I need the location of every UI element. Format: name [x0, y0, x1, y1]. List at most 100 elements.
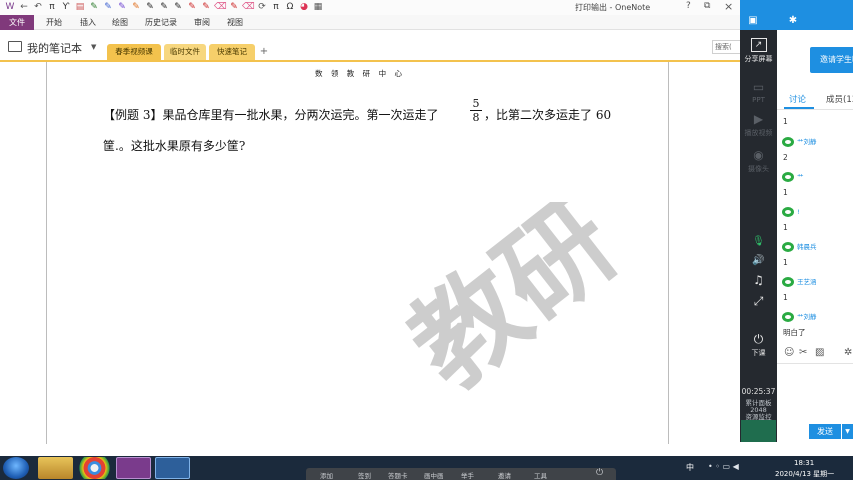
float-signin[interactable]: 签到 — [358, 470, 371, 480]
quick-access-icon[interactable]: ◕ — [298, 1, 310, 13]
taskbar-onenote[interactable] — [116, 457, 151, 479]
watermark-text: 教研 — [387, 202, 639, 412]
quick-access-icon[interactable]: ✎ — [116, 1, 128, 13]
search-input[interactable]: 搜索( — [712, 40, 740, 54]
tray-icons[interactable]: • ◦ ▭ ◀ — [708, 462, 750, 471]
quick-access-icon[interactable]: W — [4, 1, 16, 13]
tab-view[interactable]: 视图 — [227, 17, 243, 28]
end-class-label: 下课 — [751, 349, 766, 357]
teaching-tools-strip: ↗ 分享屏幕 ▭ PPT ▶ 播放视频 ◉ 摄像头 🎙 🔊 ♫ ⤢ ⏻ 下课 0… — [740, 30, 777, 442]
taskbar-chrome[interactable] — [77, 457, 112, 479]
microphone-icon: 🎙 — [752, 236, 765, 247]
section-tab-temp-files[interactable]: 临时文件 — [164, 44, 206, 60]
ribbon-tab-bar: 文件 开始 插入 绘图 历史记录 审阅 视图 — [0, 15, 740, 30]
play-video-button[interactable]: ▶ 播放视频 — [740, 112, 777, 138]
quick-access-icon[interactable]: ✎ — [88, 1, 100, 13]
tab-file[interactable]: 文件 — [0, 15, 34, 30]
scissors-icon[interactable]: ✂ — [799, 347, 807, 358]
fullscreen-button[interactable]: ⤢ — [740, 294, 777, 310]
float-pip[interactable]: 画中画 — [424, 470, 444, 480]
quick-access-icon[interactable]: Ω — [284, 1, 296, 13]
ppt-button[interactable]: ▭ PPT — [740, 80, 777, 104]
tab-home[interactable]: 开始 — [46, 17, 62, 28]
page-canvas[interactable]: 数 领 教 研 中 心 【例题 3】果品仓库里有一批水果，分两次运完。第一次运走… — [0, 62, 740, 456]
fullscreen-icon: ⤢ — [753, 294, 764, 308]
help-icon[interactable]: ? — [686, 1, 691, 11]
chevron-down-icon[interactable]: ▼ — [91, 43, 96, 51]
quick-access-icon[interactable]: ✎ — [172, 1, 184, 13]
speaker-button[interactable]: 🔊 — [740, 254, 777, 270]
quick-access-icon[interactable]: ✎ — [186, 1, 198, 13]
section-tab-quick-notes[interactable]: 快速笔记 — [209, 44, 255, 60]
chat-sender[interactable]: 艹 — [782, 171, 804, 183]
float-tools[interactable]: 工具 — [534, 470, 547, 480]
emoji-icon[interactable]: ☺ — [784, 347, 794, 358]
quick-access-icon[interactable]: ✎ — [144, 1, 156, 13]
pin-icon[interactable]: ✱ — [786, 15, 800, 27]
mic-button[interactable]: 🎙 — [740, 235, 777, 251]
settings-icon[interactable]: ✲ — [844, 347, 852, 358]
quick-access-icon[interactable]: ⟳ — [256, 1, 268, 13]
tab-insert[interactable]: 插入 — [80, 17, 96, 28]
chat-sender[interactable]: 王艺涵 — [782, 276, 817, 288]
quick-access-icon[interactable]: ⌫ — [242, 1, 255, 13]
quick-access-icon[interactable]: π — [46, 1, 58, 13]
fraction: 5 8 — [469, 97, 483, 124]
send-options-dropdown[interactable]: ▼ — [842, 424, 853, 439]
wechat-icon — [782, 277, 794, 287]
notebook-name[interactable]: 我的笔记本 — [27, 40, 82, 56]
quick-access-icon[interactable]: ▦ — [312, 1, 324, 13]
float-raise-hand[interactable]: 举手 — [461, 470, 474, 480]
chat-sender[interactable]: 艹刘静 — [782, 136, 817, 148]
camera-button[interactable]: ◉ 摄像头 — [740, 148, 777, 174]
end-class-button[interactable]: ⏻ 下课 — [740, 332, 777, 358]
quick-access-icon[interactable]: ✎ — [102, 1, 114, 13]
tab-members[interactable]: 成员(13 — [826, 93, 853, 105]
tab-draw[interactable]: 绘图 — [112, 17, 128, 28]
image-icon[interactable]: ▨ — [815, 347, 824, 358]
send-button[interactable]: 发送 — [809, 424, 841, 439]
sender-name: ! — [797, 208, 800, 216]
wechat-icon — [782, 242, 794, 252]
tabs-divider — [777, 109, 853, 110]
quick-access-icon[interactable]: π — [270, 1, 282, 13]
share-screen-button[interactable]: ↗ 分享屏幕 — [740, 38, 777, 64]
quick-access-icon[interactable]: ✎ — [228, 1, 240, 13]
close-icon[interactable]: × — [724, 0, 733, 13]
chat-input[interactable] — [777, 364, 853, 420]
taskbar-classroom-app[interactable] — [155, 457, 190, 479]
quick-access-icon[interactable]: ↶ — [32, 1, 44, 13]
clock-time[interactable]: 18:31 — [794, 459, 814, 467]
chat-sender[interactable]: ! — [782, 206, 800, 218]
quick-access-icon[interactable]: ✎ — [130, 1, 142, 13]
add-section-button[interactable]: + — [257, 44, 271, 60]
minimize-panel-icon[interactable]: ▣ — [746, 15, 760, 27]
float-answer-card[interactable]: 答题卡 — [388, 470, 408, 480]
tab-discuss[interactable]: 讨论 — [789, 93, 806, 105]
tab-history[interactable]: 历史记录 — [145, 17, 177, 28]
quick-access-icon[interactable]: ✎ — [158, 1, 170, 13]
taskbar-explorer[interactable] — [38, 457, 73, 479]
quick-access-icon[interactable]: ⌫ — [214, 1, 227, 13]
tab-review[interactable]: 审阅 — [194, 17, 210, 28]
clock-date[interactable]: 2020/4/13 星期一 — [775, 469, 834, 479]
chat-sender[interactable]: 艹刘静 — [782, 311, 817, 323]
class-timer: 00:25:37 — [741, 387, 776, 396]
section-tab-spring-video[interactable]: 春季视频课 — [107, 44, 161, 60]
invite-students-button[interactable]: 邀请学生听 — [810, 47, 853, 73]
onenote-window: W ← ↶ π Ƴ ▤ ✎ ✎ ✎ ✎ ✎ ✎ ✎ ✎ ✎ ⌫ ✎ ⌫ ⟳ π Ω ◕ ▦ 打印输出 - OneNote ?… — [0, 0, 740, 456]
chat-sender[interactable]: 韩晨兵 — [782, 241, 817, 253]
camera-label: 摄像头 — [748, 165, 769, 173]
restore-icon[interactable]: ⧉ — [704, 1, 710, 11]
input-language[interactable]: 中 — [686, 462, 694, 473]
float-power-icon[interactable]: ⏻ — [596, 468, 603, 478]
quick-access-icon[interactable]: ← — [18, 1, 30, 13]
quick-access-icon[interactable]: ▤ — [74, 1, 86, 13]
wechat-icon — [782, 137, 794, 147]
quick-access-icon[interactable]: ✎ — [200, 1, 212, 13]
float-invite[interactable]: 邀请 — [498, 470, 511, 480]
music-button[interactable]: ♫ — [740, 273, 777, 289]
start-button[interactable] — [3, 457, 29, 479]
float-add[interactable]: 添加 — [320, 470, 333, 480]
quick-access-icon[interactable]: Ƴ — [60, 1, 72, 13]
